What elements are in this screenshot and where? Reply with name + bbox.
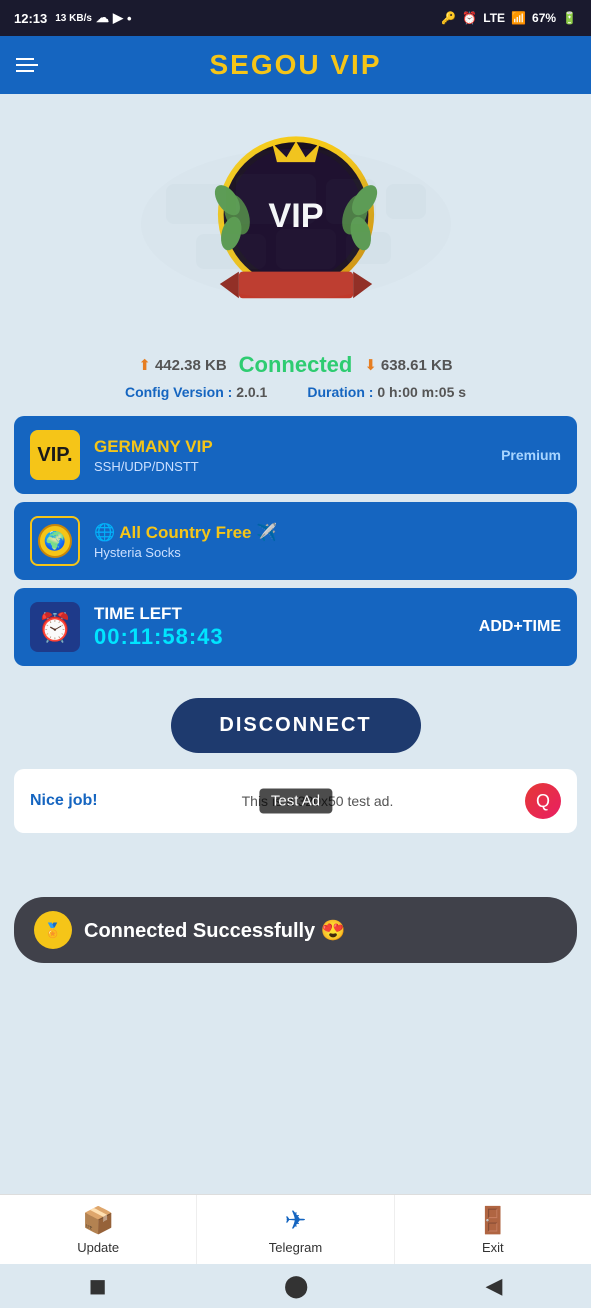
time-card-info: TIME LEFT 00:11:58:43 — [94, 604, 479, 650]
all-country-card-icon: 🌍 — [30, 516, 80, 566]
germany-card-badge: Premium — [501, 447, 561, 463]
cloud-icon: ☁ — [96, 10, 109, 26]
time-card[interactable]: ⏰ TIME LEFT 00:11:58:43 ADD+TIME — [14, 588, 577, 666]
germany-card-info: GERMANY VIP SSH/UDP/DNSTT — [94, 437, 501, 474]
config-version: 2.0.1 — [236, 384, 267, 400]
download-value: 638.61 KB — [381, 357, 453, 374]
app-header: SEGOU VIP — [0, 36, 591, 94]
recents-button[interactable]: ◼ — [69, 1267, 127, 1305]
status-bar: 12:13 13 KB/s ☁ ▶ • 🔑 ⏰ LTE 📶 67% 🔋 — [0, 0, 591, 36]
update-label: Update — [77, 1240, 119, 1255]
duration-value: 0 h:00 m:05 s — [377, 384, 466, 400]
upload-stat: ⬆ 442.38 KB — [138, 356, 226, 374]
connection-status: Connected — [239, 352, 353, 378]
back-button[interactable]: ◀ — [466, 1267, 523, 1305]
nav-telegram[interactable]: ✈ Telegram — [197, 1195, 394, 1264]
time-label: TIME LEFT — [94, 604, 479, 624]
lte-label: LTE — [483, 11, 505, 25]
main-content: VIP ⬆ — [0, 94, 591, 1194]
status-right: 🔑 ⏰ LTE 📶 67% 🔋 — [441, 11, 577, 25]
system-nav: ◼ ⬤ ◀ — [0, 1264, 591, 1308]
all-country-card[interactable]: 🌍 🌐 All Country Free ✈️ Hysteria Socks — [14, 502, 577, 580]
connected-toast: 🏅 Connected Successfully 😍 — [14, 897, 577, 963]
all-country-card-title: 🌐 All Country Free ✈️ — [94, 523, 561, 543]
nav-update[interactable]: 📦 Update — [0, 1195, 197, 1264]
disconnect-button[interactable]: DISCONNECT — [171, 698, 421, 753]
download-stat: ⬇ 638.61 KB — [364, 356, 452, 374]
nav-exit[interactable]: 🚪 Exit — [395, 1195, 591, 1264]
ad-icon: Q — [525, 783, 561, 819]
update-icon: 📦 — [82, 1205, 114, 1236]
battery: 67% — [532, 11, 556, 25]
vip-logo-area: VIP — [14, 94, 577, 344]
bottom-nav: 📦 Update ✈ Telegram 🚪 Exit — [0, 1194, 591, 1264]
upload-icon: ⬆ — [138, 356, 151, 374]
ad-nicejob: Nice job! — [30, 792, 110, 810]
dot-icon: • — [127, 11, 132, 26]
stats-row: ⬆ 442.38 KB Connected ⬇ 638.61 KB — [14, 352, 577, 378]
duration-label: Duration : — [307, 384, 373, 400]
time: 12:13 — [14, 11, 47, 26]
upload-value: 442.38 KB — [155, 357, 227, 374]
alarm-icon: ⏰ — [462, 11, 477, 25]
key-icon: 🔑 — [441, 11, 456, 25]
germany-card-sub: SSH/UDP/DNSTT — [94, 459, 501, 474]
svg-text:🌍: 🌍 — [44, 530, 66, 551]
app-title: SEGOU VIP — [209, 49, 381, 81]
send-icon: ▶ — [113, 10, 123, 26]
config-label: Config Version : — [125, 384, 232, 400]
download-icon: ⬇ — [364, 356, 377, 374]
exit-icon: 🚪 — [477, 1205, 509, 1236]
all-country-card-info: 🌐 All Country Free ✈️ Hysteria Socks — [94, 523, 561, 560]
world-map-bg — [136, 144, 456, 304]
menu-button[interactable] — [16, 58, 38, 72]
server-cards: VIP. GERMANY VIP SSH/UDP/DNSTT Premium 🌍… — [14, 416, 577, 674]
duration-info: Duration : 0 h:00 m:05 s — [307, 384, 466, 400]
spacer — [14, 849, 577, 889]
config-row: Config Version : 2.0.1 Duration : 0 h:00… — [14, 384, 577, 400]
battery-icon: 🔋 — [562, 11, 577, 25]
time-value: 00:11:58:43 — [94, 624, 479, 650]
home-button[interactable]: ⬤ — [264, 1267, 329, 1305]
status-left: 12:13 13 KB/s ☁ ▶ • — [14, 10, 132, 26]
test-ad-overlay: Test Ad — [259, 789, 332, 814]
ad-banner: Nice job! This is a 320x50 test ad. Q Te… — [14, 769, 577, 833]
time-card-icon: ⏰ — [30, 602, 80, 652]
germany-card-title: GERMANY VIP — [94, 437, 501, 457]
germany-vip-card[interactable]: VIP. GERMANY VIP SSH/UDP/DNSTT Premium — [14, 416, 577, 494]
add-time-button[interactable]: ADD+TIME — [479, 618, 561, 636]
exit-label: Exit — [482, 1240, 504, 1255]
toast-text: Connected Successfully 😍 — [84, 918, 346, 943]
svg-text:🏅: 🏅 — [44, 922, 61, 939]
toast-icon: 🏅 — [34, 911, 72, 949]
germany-card-icon: VIP. — [30, 430, 80, 480]
telegram-label: Telegram — [269, 1240, 322, 1255]
signal-icon: 📶 — [511, 11, 526, 25]
all-country-card-sub: Hysteria Socks — [94, 545, 561, 560]
network-speed: 13 KB/s — [55, 13, 92, 24]
config-info: Config Version : 2.0.1 — [125, 384, 267, 400]
telegram-icon: ✈ — [285, 1205, 307, 1236]
